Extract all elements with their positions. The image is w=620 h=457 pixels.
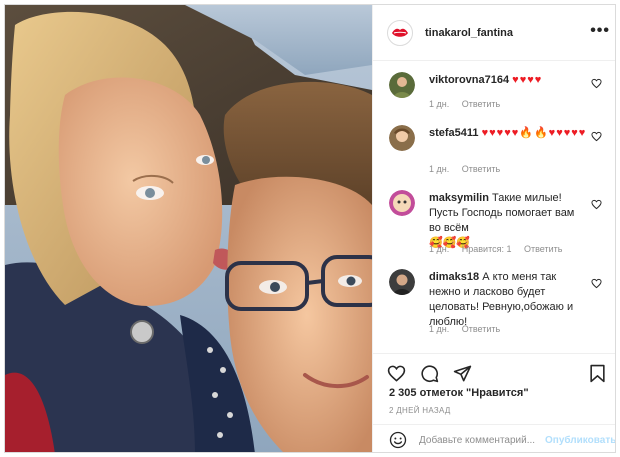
comment-username[interactable]: stefa5411 <box>429 127 479 139</box>
author-avatar[interactable] <box>387 19 413 46</box>
like-comment-heart-icon[interactable] <box>591 131 602 142</box>
action-icons <box>387 364 472 383</box>
post-side-panel: tinakarol_fantina ••• viktorovna7164 ♥♥♥… <box>372 5 615 452</box>
bookmark-icon[interactable] <box>589 364 606 383</box>
add-comment-input[interactable] <box>419 434 545 446</box>
likes-count[interactable]: 2 305 отметок "Нравится" <box>389 387 529 399</box>
post-header: tinakarol_fantina ••• <box>373 5 615 61</box>
comment-time[interactable]: 1 дн. <box>429 244 449 254</box>
instagram-post: tinakarol_fantina ••• viktorovna7164 ♥♥♥… <box>4 4 616 453</box>
post-photo[interactable] <box>5 5 372 452</box>
emoji-smile-icon[interactable] <box>389 431 407 449</box>
reply-button[interactable]: Ответить <box>524 244 562 254</box>
add-comment-row: Опубликовать <box>373 424 615 452</box>
comment-bubble-icon[interactable] <box>420 364 439 383</box>
comment-emoji: ♥♥♥♥ <box>512 74 543 86</box>
share-send-icon[interactable] <box>453 364 472 383</box>
commenter-avatar[interactable] <box>389 269 415 295</box>
commenter-avatar[interactable] <box>389 125 415 151</box>
more-options-icon[interactable]: ••• <box>590 23 610 39</box>
comment-time[interactable]: 1 дн. <box>429 164 449 174</box>
reply-button[interactable]: Ответить <box>462 164 500 174</box>
comment-time[interactable]: 1 дн. <box>429 324 449 334</box>
like-comment-heart-icon[interactable] <box>591 199 602 210</box>
comment-username[interactable]: viktorovna7164 <box>429 74 509 86</box>
like-comment-heart-icon[interactable] <box>591 278 602 289</box>
publish-button[interactable]: Опубликовать <box>545 435 615 446</box>
comment-body: dimaks18 А кто меня так нежно и ласково … <box>429 270 589 330</box>
like-heart-icon[interactable] <box>387 364 406 383</box>
lips-logo-icon <box>392 28 408 37</box>
like-comment-heart-icon[interactable] <box>591 78 602 89</box>
comment-username[interactable]: maksymilin <box>429 192 489 204</box>
comment-meta: 1 дн. Ответить <box>429 164 510 174</box>
reply-button[interactable]: Ответить <box>462 324 500 334</box>
comment-likes[interactable]: Нравится: 1 <box>462 244 512 254</box>
comment-emoji: ♥♥♥♥♥🔥🔥♥♥♥♥♥ <box>481 127 587 139</box>
commenter-avatar[interactable] <box>389 190 415 216</box>
author-username[interactable]: tinakarol_fantina <box>425 27 513 39</box>
commenter-avatar[interactable] <box>389 72 415 98</box>
comment-meta: 1 дн. Ответить <box>429 99 510 109</box>
comment-username[interactable]: dimaks18 <box>429 271 479 283</box>
post-actions: 2 305 отметок "Нравится" 2 ДНЕЙ НАЗАД Оп… <box>373 353 615 452</box>
comment-time[interactable]: 1 дн. <box>429 99 449 109</box>
comment-body: maksymilin Такие милые! Пусть Господь по… <box>429 191 589 251</box>
post-date: 2 ДНЕЙ НАЗАД <box>389 406 451 415</box>
comment-body: viktorovna7164 ♥♥♥♥ <box>429 73 589 88</box>
comment-meta: 1 дн. Нравится: 1 Ответить <box>429 244 572 254</box>
reply-button[interactable]: Ответить <box>462 99 500 109</box>
comment-body: stefa5411 ♥♥♥♥♥🔥🔥♥♥♥♥♥ <box>429 126 589 141</box>
comment-meta: 1 дн. Ответить <box>429 324 510 334</box>
